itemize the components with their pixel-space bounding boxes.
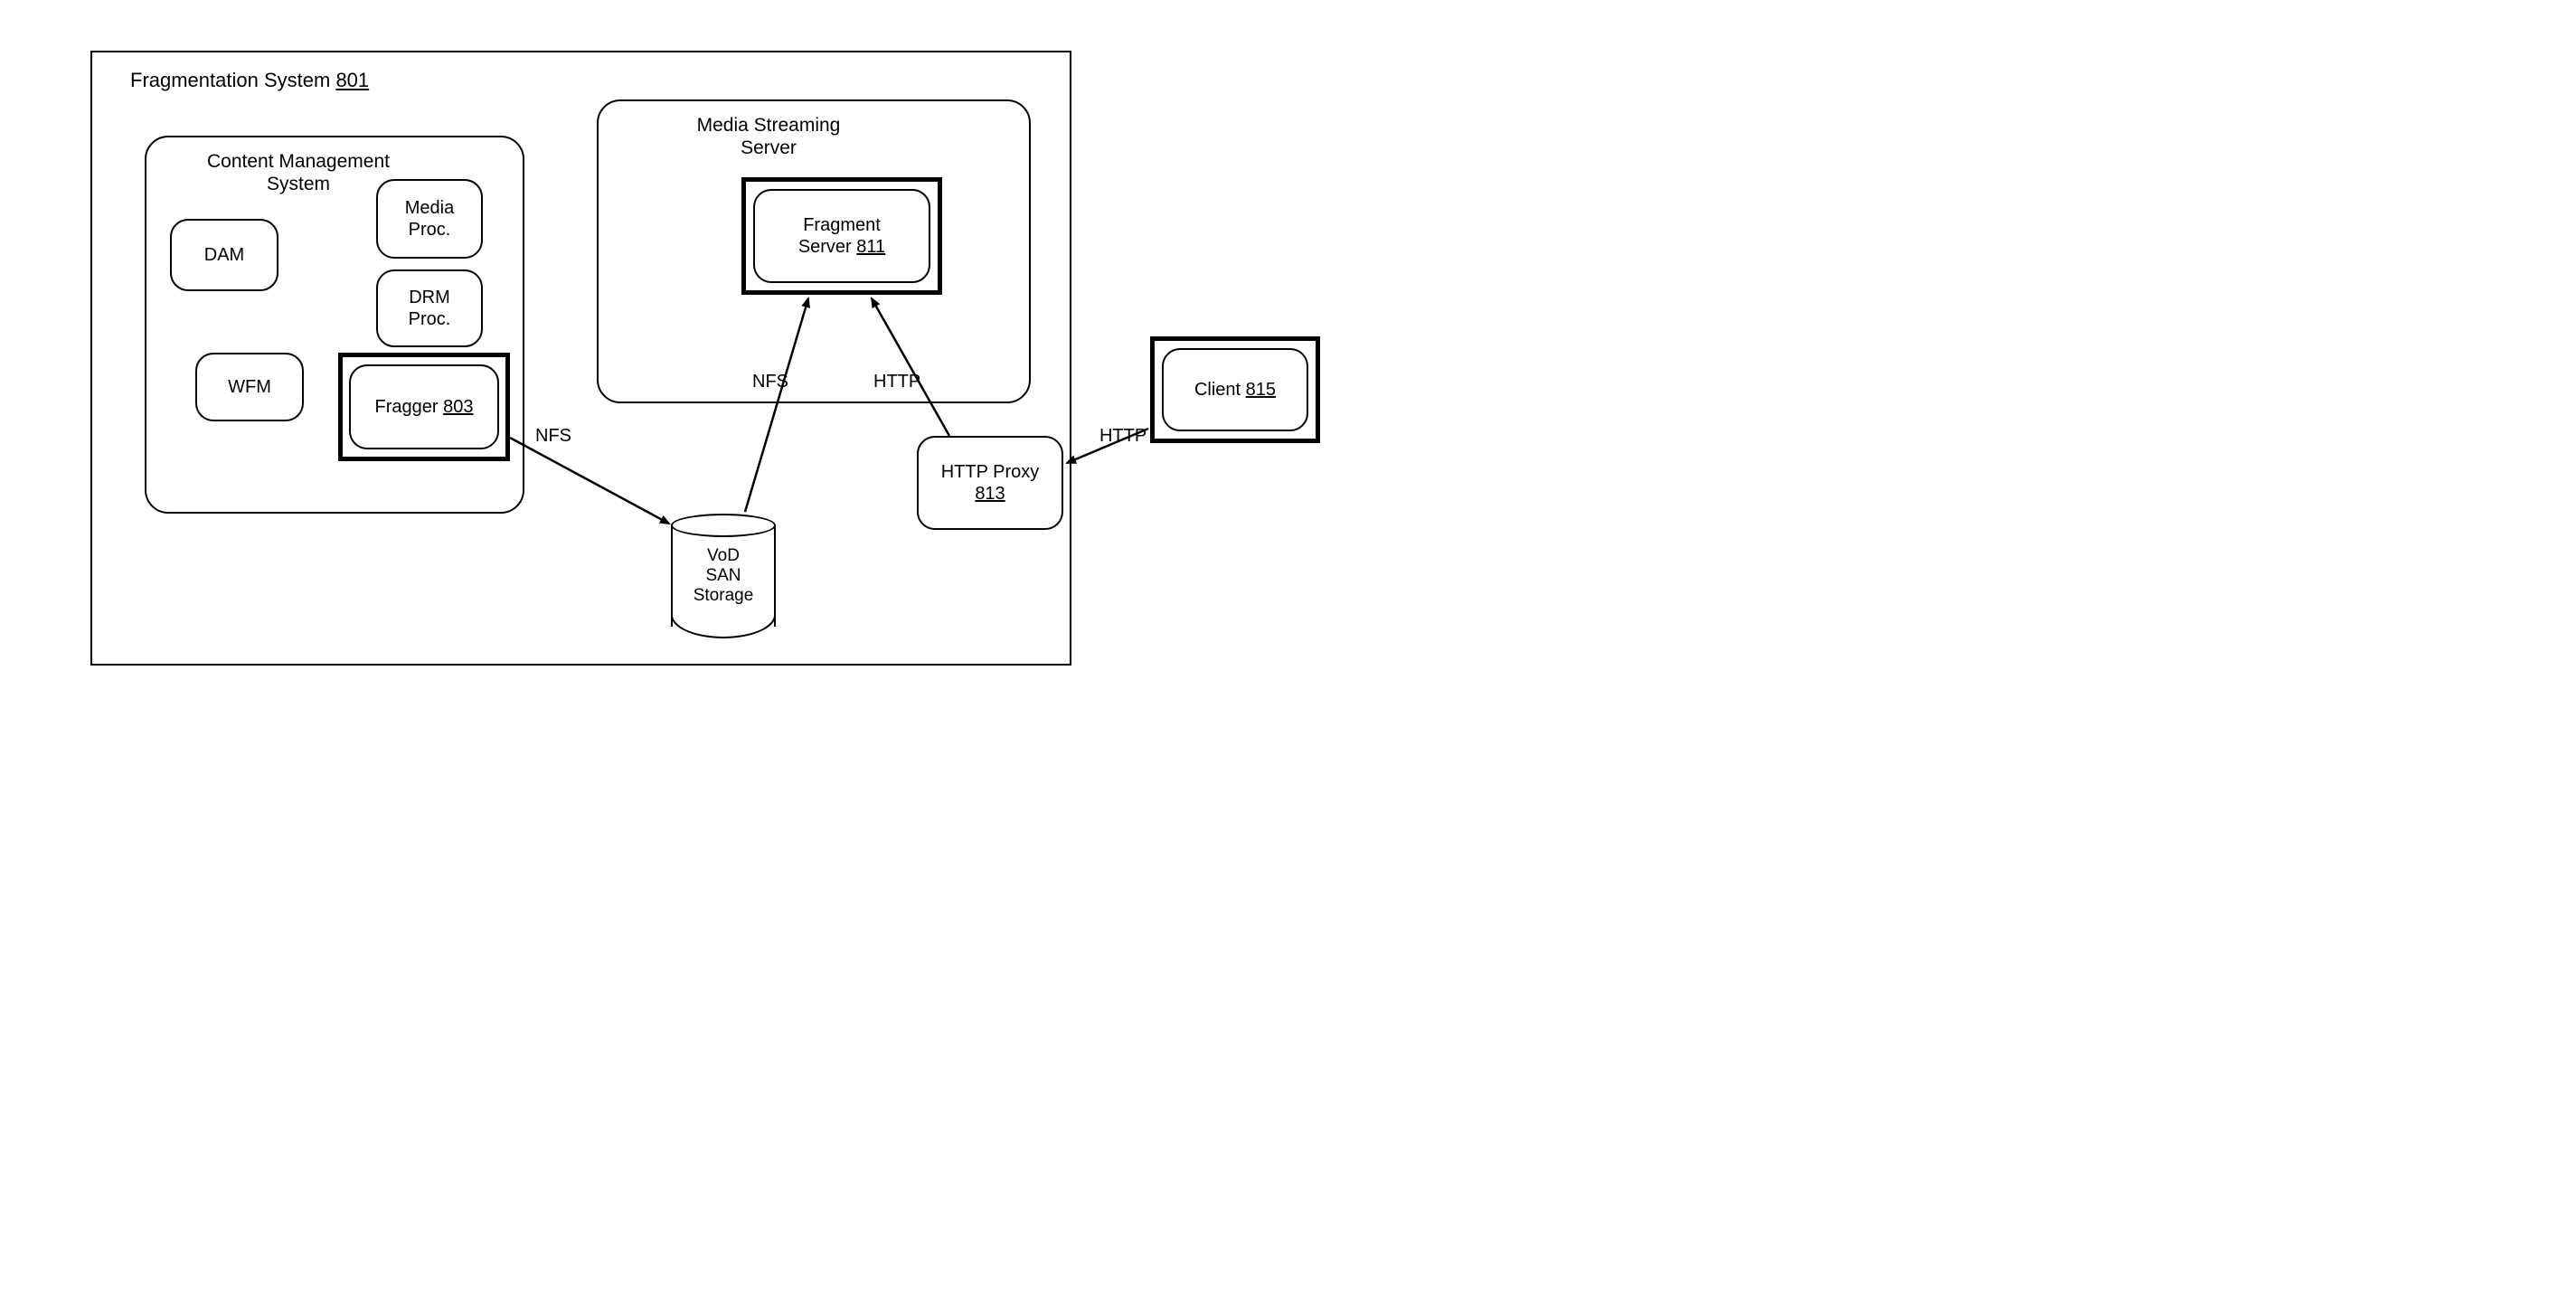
http-proxy-num: 813: [975, 483, 1005, 505]
media-proc-box: Media Proc.: [376, 179, 483, 259]
storage-line2: SAN: [705, 566, 741, 585]
wfm-label: WFM: [228, 376, 271, 398]
fragmentation-system-title: Fragmentation System 801: [130, 69, 369, 92]
http-proxy-line1: HTTP Proxy: [941, 461, 1040, 483]
fragment-server-box: Fragment Server 811: [753, 189, 930, 283]
mss-title-line2: Server: [741, 137, 797, 158]
http-label-2: HTTP: [1099, 425, 1146, 447]
client-prefix: Client: [1194, 380, 1246, 400]
nfs-label-2: NFS: [752, 371, 788, 392]
storage-line1: VoD: [707, 546, 740, 565]
storage-cylinder: VoD SAN Storage: [671, 514, 776, 638]
fragment-server-line2: Server 811: [798, 236, 885, 258]
drm-proc-box: DRM Proc.: [376, 269, 483, 347]
fragger-label: Fragger 803: [375, 396, 474, 418]
drm-proc-line1: DRM: [409, 287, 450, 308]
media-proc-line1: Media: [405, 197, 454, 219]
storage-line3: Storage: [694, 586, 754, 605]
drm-proc-line2: Proc.: [409, 308, 451, 330]
fragger-num: 803: [443, 397, 473, 417]
fragment-server-num: 811: [856, 237, 885, 257]
wfm-box: WFM: [195, 353, 304, 421]
fragger-box: Fragger 803: [349, 364, 499, 449]
dam-box: DAM: [170, 219, 278, 291]
http-label-1: HTTP: [873, 371, 920, 392]
client-box: Client 815: [1162, 348, 1308, 431]
fragmentation-system-title-num: 801: [335, 69, 369, 91]
fragger-prefix: Fragger: [375, 397, 444, 417]
cms-title-line1: Content Management: [207, 151, 390, 172]
dam-label: DAM: [204, 244, 244, 266]
nfs-label-1: NFS: [535, 425, 571, 447]
http-proxy-box: HTTP Proxy 813: [917, 436, 1063, 530]
cms-title-line2: System: [267, 174, 330, 194]
client-label: Client 815: [1194, 379, 1276, 401]
diagram-canvas: Fragmentation System 801 Content Managem…: [18, 18, 1328, 687]
mss-title-line1: Media Streaming: [697, 115, 841, 136]
fragment-server-line1: Fragment: [803, 214, 881, 236]
fragmentation-system-title-text: Fragmentation System: [130, 69, 335, 91]
fragment-server-prefix: Server: [798, 237, 856, 257]
media-proc-line2: Proc.: [409, 219, 451, 241]
mss-title: Media Streaming Server: [651, 114, 886, 159]
client-num: 815: [1246, 380, 1276, 400]
